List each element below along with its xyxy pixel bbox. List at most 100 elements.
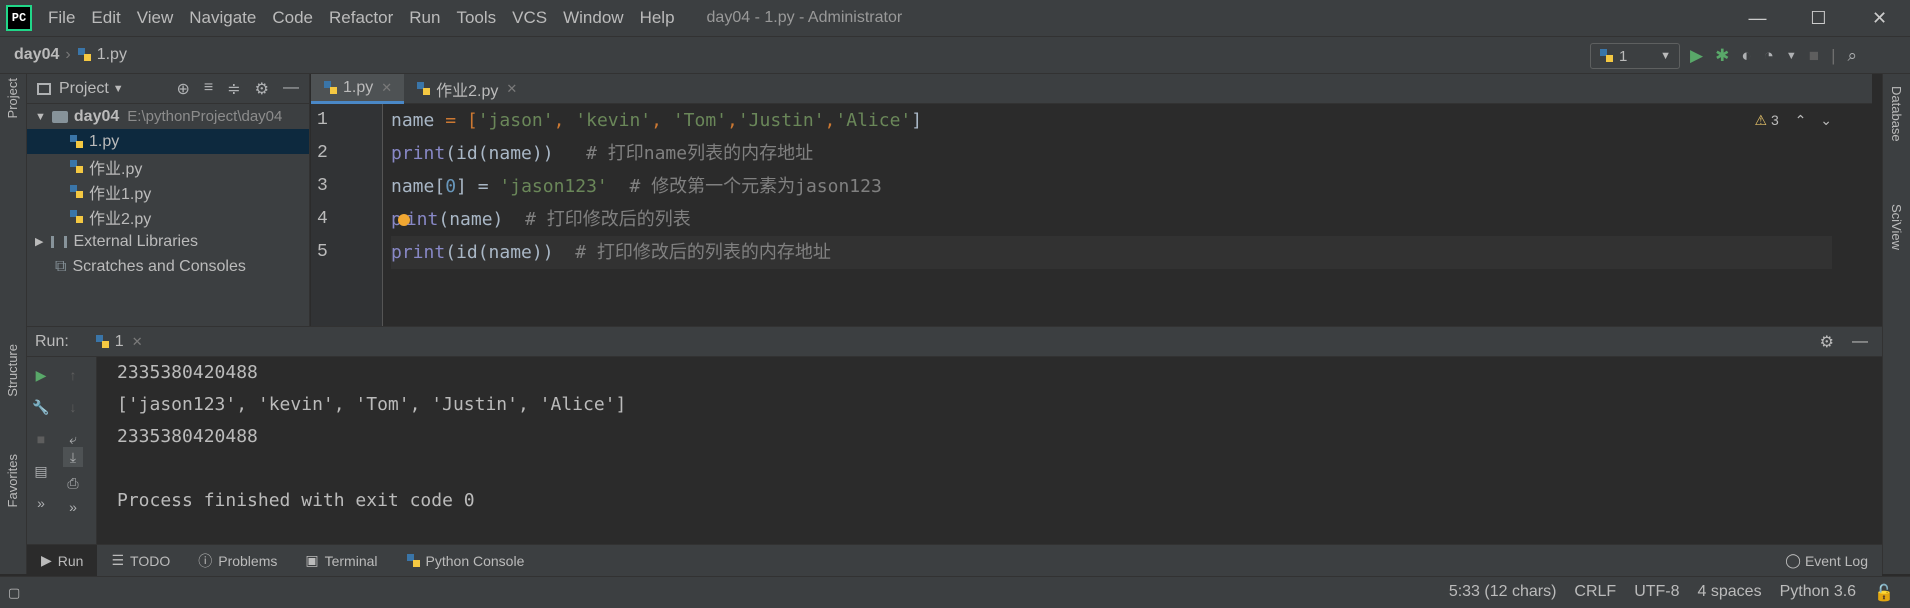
tree-file-zuoye[interactable]: 作业.py [27, 154, 309, 179]
menu-navigate[interactable]: Navigate [181, 0, 264, 36]
status-caret-position[interactable]: 5:33 (12 chars) [1449, 583, 1557, 603]
hide-panel-icon[interactable]: — [283, 79, 299, 99]
code-line[interactable]: name[0] = 'jason123' # 修改第一个元素为jason123 [391, 170, 1832, 203]
line-number: 4 [317, 209, 328, 229]
code-token: , [824, 110, 836, 131]
terminal-icon: ▣ [305, 552, 319, 568]
menu-edit[interactable]: Edit [83, 0, 128, 36]
divider-icon: | [1831, 46, 1836, 65]
code-line[interactable]: print(id(name)) # 打印name列表的内存地址 [391, 137, 1832, 170]
collapse-all-icon[interactable]: ≑ [227, 79, 240, 99]
event-log-tab[interactable]: ◯ Event Log [1771, 545, 1882, 577]
chevron-down-icon[interactable]: ▼ [113, 83, 124, 95]
search-icon[interactable]: ⌕ [1847, 46, 1857, 66]
coverage-icon[interactable]: ◐ [1741, 46, 1751, 66]
gear-icon[interactable]: ⚙ [255, 79, 269, 99]
lock-icon[interactable]: 🔓 [1874, 583, 1894, 603]
minimize-button[interactable]: — [1727, 0, 1788, 36]
debug-icon[interactable]: ✱ [1715, 46, 1729, 66]
tool-tab-project[interactable]: Project [5, 78, 20, 118]
maximize-button[interactable]: ☐ [1788, 0, 1849, 36]
code-area[interactable]: name = ['jason', 'kevin', 'Tom','Justin'… [391, 104, 1832, 269]
bottom-tab-python-console[interactable]: Python Console [392, 545, 539, 577]
library-icon [51, 235, 68, 248]
hide-panel-icon[interactable]: — [1852, 333, 1868, 351]
tree-file-1py[interactable]: 1.py [27, 129, 309, 154]
status-line-separator[interactable]: CRLF [1574, 583, 1616, 603]
tool-tab-sciview[interactable]: SciView [1889, 204, 1904, 250]
inspection-widget[interactable]: ⚠ 3 ⌃ ⌄ [1755, 112, 1833, 129]
chevron-up-icon[interactable]: ⌃ [1795, 112, 1807, 128]
close-icon[interactable]: ✕ [381, 80, 392, 96]
menu-vcs[interactable]: VCS [504, 0, 555, 36]
stop-icon[interactable]: ■ [31, 429, 51, 449]
bottom-tab-run[interactable]: ▶ Run [27, 544, 98, 577]
code-token: 'Tom' [672, 110, 727, 131]
code-line[interactable]: name = ['jason', 'kevin', 'Tom','Justin'… [391, 104, 1832, 137]
status-indent[interactable]: 4 spaces [1698, 583, 1762, 603]
tree-external-libraries[interactable]: ▶ External Libraries [27, 229, 309, 254]
arrow-up-icon[interactable]: ↑ [63, 365, 83, 385]
rerun-icon[interactable]: ▶ [31, 365, 51, 385]
status-interpreter[interactable]: Python 3.6 [1780, 583, 1857, 603]
close-icon[interactable]: ✕ [506, 81, 517, 97]
menu-code[interactable]: Code [264, 0, 321, 36]
run-tab-label: 1 [114, 332, 124, 350]
code-token: print [391, 143, 446, 164]
expand-all-icon[interactable]: ≡ [204, 79, 213, 99]
run-config-select[interactable]: 1 ▼ [1590, 43, 1680, 69]
layout-icon[interactable]: ▤ [31, 461, 51, 481]
tool-tab-favorites[interactable]: Favorites [5, 454, 20, 507]
tree-root-day04[interactable]: ▼ day04 E:\pythonProject\day04 [27, 104, 309, 129]
close-button[interactable]: ✕ [1849, 0, 1910, 36]
close-icon[interactable]: ✕ [132, 334, 143, 350]
code-editor[interactable]: 1 2 3 4 5 name = ['jason', 'kevin', 'Tom… [311, 104, 1872, 326]
status-encoding[interactable]: UTF-8 [1634, 583, 1679, 603]
editor-tab-label: 1.py [343, 78, 374, 96]
menu-tools[interactable]: Tools [448, 0, 504, 36]
scroll-to-end-icon[interactable]: ⤓ [63, 447, 83, 467]
gear-icon[interactable]: ⚙ [1820, 332, 1834, 352]
tool-tab-database[interactable]: Database [1889, 86, 1904, 142]
tree-scratches[interactable]: ⧉ Scratches and Consoles [27, 254, 309, 279]
python-file-icon [70, 184, 83, 198]
more-icon[interactable]: » [31, 493, 51, 513]
run-tab[interactable]: 1 ✕ [95, 333, 143, 351]
project-panel-title[interactable]: Project [59, 80, 109, 98]
code-line[interactable]: p int(name) # 打印修改后的列表 [391, 203, 1832, 236]
bottom-tab-todo[interactable]: ☰ TODO [97, 545, 184, 577]
run-icon[interactable]: ▶ [1690, 46, 1703, 66]
stop-icon[interactable]: ■ [1809, 46, 1819, 66]
menu-refactor[interactable]: Refactor [321, 0, 401, 36]
editor-tab-zuoye2[interactable]: 作业2.py ✕ [404, 74, 529, 104]
tree-file-zuoye1[interactable]: 作业1.py [27, 179, 309, 204]
console-output[interactable]: 2335380420488 ['jason123', 'kevin', 'Tom… [117, 357, 1862, 517]
bottom-tab-terminal[interactable]: ▣ Terminal [291, 545, 391, 577]
menu-window[interactable]: Window [555, 0, 631, 36]
code-line-current[interactable]: print(id(name)) # 打印修改后的列表的内存地址 [391, 236, 1832, 269]
tree-file-zuoye2[interactable]: 作业2.py [27, 204, 309, 229]
tool-tab-structure[interactable]: Structure [5, 344, 20, 397]
tree-root-name: day04 [73, 107, 120, 125]
breadcrumb-project[interactable]: day04 [14, 46, 59, 64]
todo-list-icon: ☰ [111, 552, 125, 568]
breadcrumb-file[interactable]: 1.py [97, 46, 127, 64]
menu-view[interactable]: View [129, 0, 182, 36]
toggle-tool-windows-icon[interactable]: ▢ [8, 585, 20, 601]
print-icon[interactable]: ⎙ [63, 473, 83, 493]
menu-help[interactable]: Help [632, 0, 683, 36]
menu-run[interactable]: Run [401, 0, 448, 36]
status-bar: ▢ 5:33 (12 chars) CRLF UTF-8 4 spaces Py… [0, 576, 1910, 608]
arrow-down-icon[interactable]: ↓ [63, 397, 83, 417]
editor-tab-1py[interactable]: 1.py ✕ [311, 74, 405, 104]
bottom-tab-problems[interactable]: ⓘ Problems [184, 545, 291, 577]
more-icon[interactable]: » [63, 497, 83, 517]
locate-file-icon[interactable]: ⊕ [177, 79, 190, 99]
wrench-icon[interactable]: 🔧 [31, 397, 51, 417]
soft-wrap-icon[interactable]: ⤶ [63, 429, 83, 449]
profile-icon[interactable]: ◔ [1764, 46, 1774, 66]
console-line: 2335380420488 [117, 426, 258, 447]
menu-file[interactable]: File [40, 0, 83, 36]
more-run-chevron-icon[interactable]: ▼ [1786, 50, 1797, 62]
chevron-down-icon[interactable]: ⌄ [1820, 112, 1832, 128]
